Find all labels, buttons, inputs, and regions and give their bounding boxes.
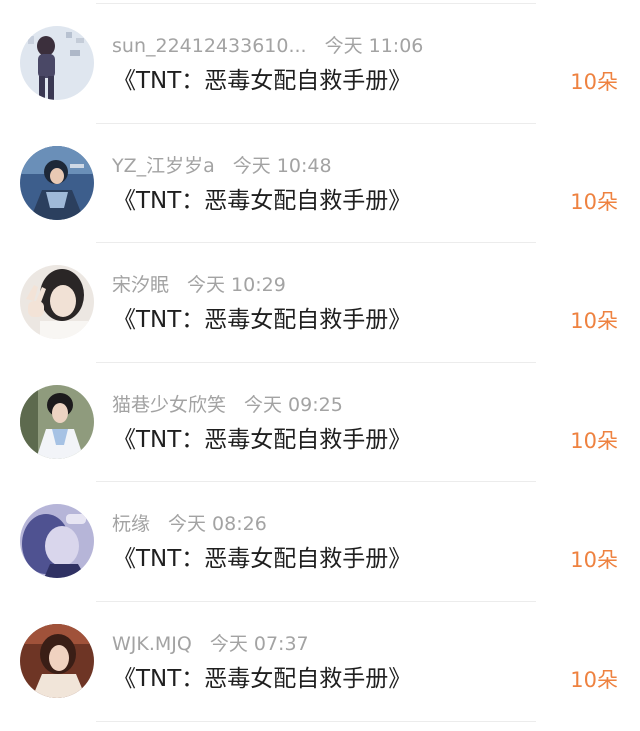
list-item[interactable]: sun_22412433610... 今天 11:06 《TNT：恶毒女配自救手册… bbox=[0, 4, 640, 124]
book-title[interactable]: 《TNT：恶毒女配自救手册》 bbox=[113, 543, 411, 575]
username[interactable]: sun_22412433610... bbox=[112, 35, 307, 57]
list-item[interactable]: 猫巷少女欣笑 今天 09:25 《TNT：恶毒女配自救手册》 10朵 bbox=[0, 363, 640, 483]
book-title[interactable]: 《TNT：恶毒女配自救手册》 bbox=[113, 424, 411, 456]
book-title[interactable]: 《TNT：恶毒女配自救手册》 bbox=[113, 65, 411, 97]
username[interactable]: 杬缘 bbox=[112, 513, 150, 535]
avatar[interactable] bbox=[20, 384, 94, 459]
timestamp: 今天 10:29 bbox=[187, 274, 286, 297]
flower-amount: 10朵 bbox=[570, 70, 618, 94]
record-meta: YZ_江岁岁a 今天 10:48 bbox=[112, 153, 332, 179]
avatar-woman-dark-outfit-icon bbox=[20, 26, 94, 100]
flower-amount: 10朵 bbox=[570, 667, 618, 692]
list-item[interactable]: 宋汐眠 今天 10:29 《TNT：恶毒女配自救手册》 10朵 bbox=[0, 243, 640, 363]
avatar[interactable] bbox=[20, 145, 94, 220]
timestamp: 今天 10:48 bbox=[232, 154, 332, 177]
avatar[interactable] bbox=[20, 265, 94, 340]
record-meta: 宋汐眠 今天 10:29 bbox=[112, 272, 286, 298]
avatar-girl-peace-sign-icon bbox=[20, 265, 94, 340]
flower-amount: 10朵 bbox=[570, 548, 618, 573]
list-item[interactable]: YZ_江岁岁a 今天 10:48 《TNT：恶毒女配自救手册》 10朵 bbox=[0, 124, 640, 244]
book-title[interactable]: 《TNT：恶毒女配自救手册》 bbox=[113, 185, 411, 217]
username[interactable]: YZ_江岁岁a bbox=[112, 155, 215, 177]
timestamp: 今天 08:26 bbox=[168, 513, 267, 536]
timestamp: 今天 11:06 bbox=[324, 35, 424, 57]
username[interactable]: 猫巷少女欣笑 bbox=[112, 394, 226, 416]
avatar-ancient-costume-icon bbox=[20, 384, 94, 459]
avatar[interactable] bbox=[20, 623, 94, 698]
record-meta: WJK.MJQ 今天 07:37 bbox=[112, 631, 309, 657]
avatar[interactable] bbox=[20, 26, 94, 100]
list-item[interactable]: WJK.MJQ 今天 07:37 《TNT：恶毒女配自救手册》 10朵 bbox=[0, 602, 640, 722]
username[interactable]: 宋汐眠 bbox=[112, 274, 169, 296]
gift-record-list: sun_22412433610... 今天 11:06 《TNT：恶毒女配自救手册… bbox=[0, 4, 640, 722]
book-title[interactable]: 《TNT：恶毒女配自救手册》 bbox=[113, 304, 411, 336]
record-meta: sun_22412433610... 今天 11:06 bbox=[112, 33, 423, 59]
avatar-woman-warm-light-icon bbox=[20, 623, 94, 698]
flower-amount: 10朵 bbox=[570, 309, 618, 334]
book-title[interactable]: 《TNT：恶毒女配自救手册》 bbox=[113, 663, 411, 695]
avatar-purple-portrait-icon bbox=[20, 504, 94, 579]
timestamp: 今天 07:37 bbox=[209, 632, 309, 655]
avatar[interactable] bbox=[20, 504, 94, 579]
list-item[interactable]: 杬缘 今天 08:26 《TNT：恶毒女配自救手册》 10朵 bbox=[0, 482, 640, 602]
record-meta: 杬缘 今天 08:26 bbox=[112, 511, 267, 537]
timestamp: 今天 09:25 bbox=[244, 393, 343, 416]
flower-amount: 10朵 bbox=[570, 428, 618, 453]
username[interactable]: WJK.MJQ bbox=[112, 633, 192, 655]
record-meta: 猫巷少女欣笑 今天 09:25 bbox=[112, 392, 343, 418]
avatar-costume-blue-icon bbox=[20, 145, 94, 220]
flower-amount: 10朵 bbox=[570, 189, 618, 214]
